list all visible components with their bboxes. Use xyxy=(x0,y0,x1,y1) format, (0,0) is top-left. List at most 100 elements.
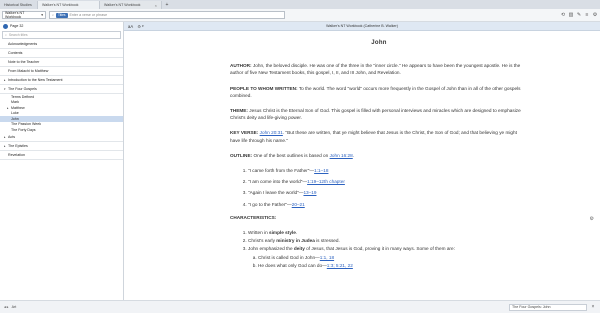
notes-icon[interactable]: ✎ xyxy=(576,12,582,18)
scripture-link[interactable]: 1:19–12th chapter xyxy=(307,179,345,184)
toc-item[interactable]: Contents xyxy=(0,49,123,58)
char-text: John emphasized the xyxy=(248,246,294,252)
toc-item[interactable]: ▸ Acts xyxy=(0,133,123,142)
app-logo-icon xyxy=(3,23,8,29)
outline-text: "I came forth from the Father"— xyxy=(248,168,315,174)
toc-item-label: Acknowledgments xyxy=(8,42,38,46)
sub-text: Christ is called God in John— xyxy=(258,254,320,260)
tab-bar: Historical Studies Walker's NT Workbook … xyxy=(0,0,600,9)
outline-list: "I came forth from the Father"—1:1–18"I … xyxy=(248,167,528,208)
list-item: John emphasized the deity of Jesus, that… xyxy=(248,245,528,269)
theme-text: Jesus Christ is the Eternal Son of God. … xyxy=(230,108,521,121)
tab-label: Historical Studies xyxy=(4,3,32,7)
settings-icon[interactable]: ⚙ xyxy=(592,12,598,18)
toc-item[interactable]: ▾ The Four Gospels xyxy=(0,85,123,94)
toc-item-label: Contents xyxy=(8,51,23,55)
toc-item[interactable]: ▸ The Epistles xyxy=(0,142,123,151)
resource-name: Walker's NT Workbook xyxy=(5,11,25,19)
search-input[interactable]: ⌕ Titles Enter a verse or phrase xyxy=(49,11,285,19)
search-icon: ⌕ xyxy=(52,13,55,17)
theme-label: THEME: xyxy=(230,108,248,114)
characteristics-list: Written in simple style. Christ's early … xyxy=(248,229,528,269)
theme-paragraph: THEME: Jesus Christ is the Eternal Son o… xyxy=(230,107,528,121)
scripture-link[interactable]: 13–19 xyxy=(303,190,316,195)
author-label: AUTHOR: xyxy=(230,63,252,69)
key-verse-label: KEY VERSE: xyxy=(230,130,259,136)
char-text: Written in xyxy=(248,230,270,236)
library-icon[interactable]: ▥ xyxy=(568,12,574,18)
menu-icon[interactable]: ≡ xyxy=(584,12,590,18)
close-tab-icon[interactable]: × xyxy=(155,3,157,8)
resource-selector[interactable]: Walker's NT Workbook ▾ xyxy=(2,11,46,19)
sync-icon[interactable]: ⟲ xyxy=(560,12,566,18)
char-emphasis: deity xyxy=(293,246,305,252)
sub-list: Christ is called God in John—1:1, 18 He … xyxy=(258,254,528,269)
toc-item-label: Matthew xyxy=(11,105,25,110)
toc-item[interactable]: From Malachi to Matthew xyxy=(0,67,123,76)
people-label: PEOPLE TO WHOM WRITTEN: xyxy=(230,85,298,91)
list-item: "I came forth from the Father"—1:1–18 xyxy=(248,167,528,174)
toc-item[interactable]: Note to the Teacher xyxy=(0,58,123,67)
toolbar: Walker's NT Workbook ▾ ⌕ Titles Enter a … xyxy=(0,9,600,22)
search-type-pill[interactable]: Titles xyxy=(56,12,68,18)
key-verse-link[interactable]: John 20:31 xyxy=(260,130,283,135)
chevron-down-icon: ▾ xyxy=(41,13,43,17)
toc-item-label: The Passion Week xyxy=(11,122,42,127)
page-indicator: Page 32 xyxy=(10,24,24,28)
toc-item-label: The Epistles xyxy=(8,143,28,148)
char-text: is stressed. xyxy=(314,238,340,244)
tab-label: Walker's NT Workbook xyxy=(42,3,79,7)
scripture-link[interactable]: 1:3; 5:21, 22 xyxy=(327,263,353,268)
list-item: "Again I leave the world"—13–19 xyxy=(248,189,528,196)
toc-item-label: John xyxy=(11,116,19,121)
list-item: Christ is called God in John—1:1, 18 xyxy=(258,254,528,261)
toc-item-label: Introduction to the New Testament xyxy=(8,78,63,82)
char-text: of Jesus, that Jesus is God, proving it … xyxy=(304,246,455,252)
list-item: "I am come into the world"—1:19–12th cha… xyxy=(248,178,528,185)
toc-search-placeholder: Search titles xyxy=(8,33,28,37)
characteristics-label: CHARACTERISTICS: xyxy=(230,214,277,220)
toc-item-label: From Malachi to Matthew xyxy=(8,69,49,73)
chevron-down-icon[interactable]: ▾ xyxy=(142,24,144,28)
toc-item-label: Note to the Teacher xyxy=(8,60,40,64)
outline-ref-link[interactable]: John 16:28 xyxy=(330,153,353,158)
tab-walkers-workbook-1[interactable]: Walker's NT Workbook xyxy=(38,1,100,9)
toc-item-label: Mark xyxy=(11,100,19,105)
list-item: "I go to the Father"—20–21 xyxy=(248,201,528,208)
panel-settings-icon[interactable]: ⚙ xyxy=(590,216,594,222)
location-field[interactable]: The Four Gospels: John xyxy=(509,303,587,311)
tab-label: Walker's NT Workbook xyxy=(104,3,141,7)
new-tab-button[interactable]: + xyxy=(162,1,172,9)
outline-text: "I go to the Father"— xyxy=(248,201,292,207)
outline-paragraph: OUTLINE: One of the best outlines is bas… xyxy=(230,152,355,158)
scripture-link[interactable]: 1:1, 18 xyxy=(320,255,334,260)
navigation-arrows-icon[interactable]: ◂ ▸ xyxy=(4,305,9,309)
key-verse-paragraph: KEY VERSE: John 20:31. "But these are wr… xyxy=(230,129,528,143)
close-icon[interactable]: × xyxy=(590,304,596,310)
font-size-button[interactable]: aA xyxy=(128,24,133,29)
toc-search-input[interactable]: ⌕ Search titles xyxy=(2,31,121,39)
tab-walkers-workbook-2[interactable]: Walker's NT Workbook × xyxy=(100,1,162,9)
reading-pane: John AUTHOR: John, the beloved disciple.… xyxy=(124,31,584,300)
toc-list: Acknowledgments Contents Note to the Teach… xyxy=(0,40,123,160)
scripture-link[interactable]: 20–21 xyxy=(292,202,305,207)
author-text: John, the beloved disciple. He was one o… xyxy=(230,63,521,76)
char-text: . xyxy=(295,230,298,236)
list-item: Written in simple style. xyxy=(248,229,528,236)
status-left[interactable]: Art xyxy=(12,305,17,309)
tab-historical-studies[interactable]: Historical Studies xyxy=(0,1,38,9)
book-title: Walker's NT Workbook (Catherine B. Walke… xyxy=(326,24,398,28)
outline-label: OUTLINE: xyxy=(230,152,253,158)
char-emphasis: ministry in Judea xyxy=(276,238,315,244)
outline-intro: One of the best outlines is based on xyxy=(253,152,329,158)
toc-item[interactable]: Acknowledgments xyxy=(0,40,123,49)
toc-item-label: Acts xyxy=(8,134,15,139)
scripture-link[interactable]: 1:1–18 xyxy=(314,168,328,173)
list-item: He does what only God can do—1:3; 5:21, … xyxy=(258,262,528,269)
toc-item[interactable]: Revelation xyxy=(0,151,123,160)
table-of-contents: Page 32 ⌕ Search titles Acknowledgments C… xyxy=(0,22,124,313)
list-item: Christ's early ministry in Judea is stre… xyxy=(248,237,528,244)
toc-item[interactable]: ▸ Introduction to the New Testament xyxy=(0,76,123,85)
right-gutter xyxy=(584,31,600,300)
sub-text: He does what only God can do— xyxy=(258,262,327,268)
